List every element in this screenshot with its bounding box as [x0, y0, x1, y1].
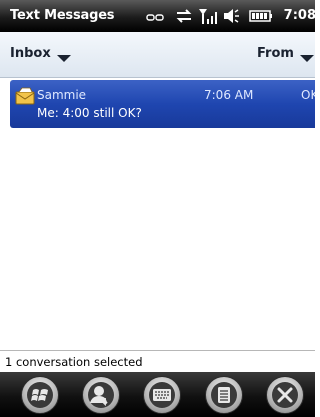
close-icon [272, 382, 298, 408]
message-envelope-icon [15, 87, 35, 105]
chevron-down-icon [56, 54, 71, 62]
folder-dropdown[interactable]: Inbox [10, 46, 72, 62]
app-title: Text Messages [10, 8, 115, 23]
sort-label: From [257, 46, 294, 61]
conversation-list-item[interactable]: Sammie 7:06 AM OK Me: 4:00 still OK? [10, 80, 315, 128]
sort-dropdown[interactable]: From [257, 46, 315, 62]
sync-icon[interactable] [174, 7, 194, 25]
contacts-icon [88, 382, 114, 408]
message-time: 7:06 AM [204, 88, 254, 102]
battery-icon [249, 10, 272, 22]
selection-status-text: 1 conversation selected [5, 355, 143, 369]
start-button[interactable] [21, 376, 59, 414]
start-menu-icon [27, 382, 53, 408]
selection-status-bar: 1 conversation selected [0, 350, 315, 373]
chevron-down-icon [299, 54, 314, 62]
clock-time[interactable]: 7:08 [284, 8, 316, 23]
title-bar: Text Messages 7:08 [0, 0, 316, 32]
message-preview: Me: 4:00 still OK? [37, 106, 142, 120]
menu-button[interactable] [205, 376, 243, 414]
list-header: Inbox From [0, 32, 315, 78]
cellular-signal-icon [199, 9, 217, 24]
folder-label: Inbox [10, 46, 51, 61]
command-bar [0, 372, 315, 417]
signal-strength-icon [146, 14, 164, 21]
close-button[interactable] [266, 376, 304, 414]
keyboard-icon [149, 382, 175, 408]
keyboard-button[interactable] [143, 376, 181, 414]
menu-icon [211, 382, 237, 408]
speaker-icon[interactable] [222, 7, 240, 25]
message-status: OK [301, 88, 315, 102]
contacts-button[interactable] [82, 376, 120, 414]
message-sender: Sammie [37, 88, 87, 102]
